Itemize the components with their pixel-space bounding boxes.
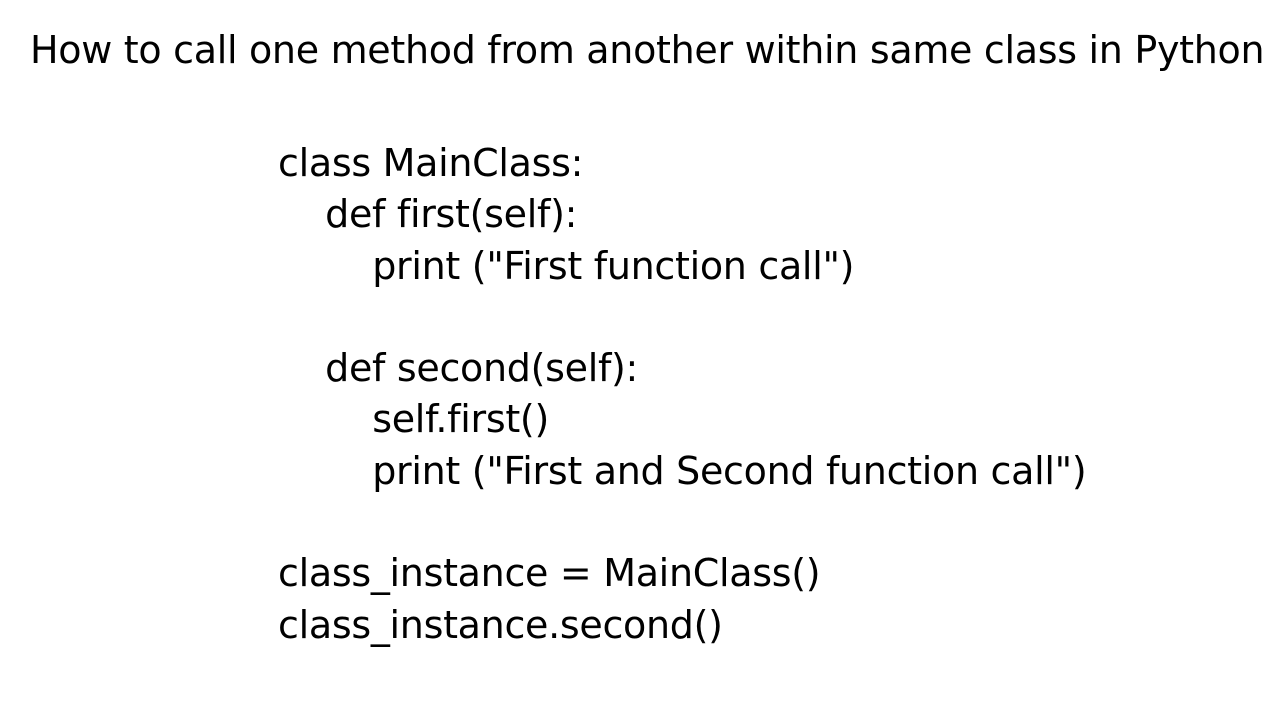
code-line: def second(self):: [278, 346, 638, 390]
code-line: class_instance = MainClass(): [278, 551, 820, 595]
code-line: print ("First and Second function call"): [278, 449, 1086, 493]
code-snippet: class MainClass: def first(self): print …: [0, 72, 1280, 651]
code-line: class MainClass:: [278, 141, 583, 185]
page-title: How to call one method from another with…: [0, 0, 1280, 72]
code-line: self.first(): [278, 397, 549, 441]
code-line: print ("First function call"): [278, 244, 854, 288]
code-line: def first(self):: [278, 192, 577, 236]
code-line: class_instance.second(): [278, 603, 723, 647]
